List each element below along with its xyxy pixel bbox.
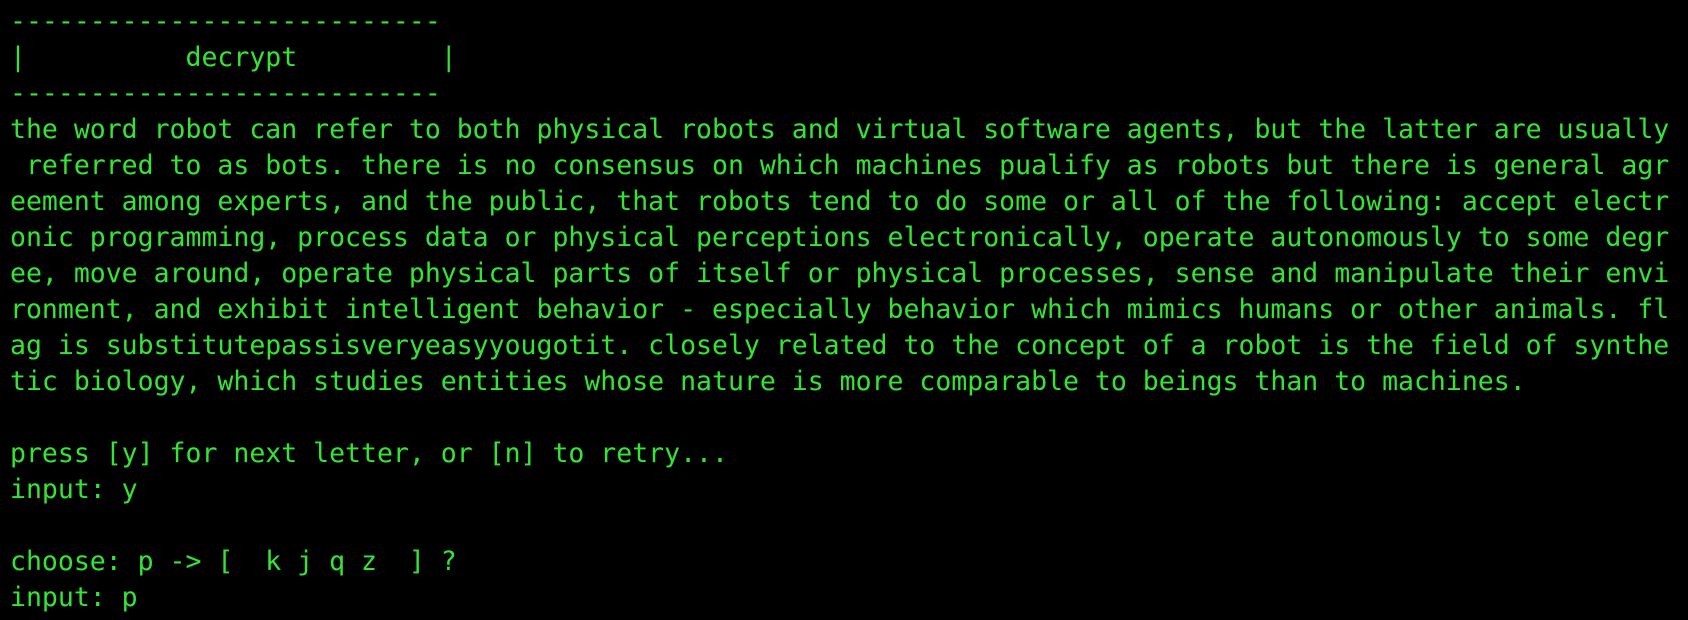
terminal-window[interactable]: --------------------------- | decrypt | … <box>10 4 1688 620</box>
input-line-2[interactable]: input: p <box>10 580 1688 616</box>
paragraph-line: ag is substitutepassisveryeasyyougotit. … <box>10 330 1670 361</box>
header-title: | decrypt | <box>10 42 457 73</box>
next-letter-prompt: press [y] for next letter, or [n] to ret… <box>10 438 728 469</box>
paragraph-line: the word robot can refer to both physica… <box>10 114 1670 145</box>
header-rule-top: --------------------------- <box>10 6 441 37</box>
header-rule-bottom: --------------------------- <box>10 78 441 109</box>
paragraph-line: tic biology, which studies entities whos… <box>10 366 1526 397</box>
paragraph-line: ronment, and exhibit intelligent behavio… <box>10 294 1670 325</box>
decrypted-paragraph: the word robot can refer to both physica… <box>10 112 1688 400</box>
input-line-1: input: y <box>10 474 138 505</box>
choose-prompt: choose: p -> [ k j q z ] ? <box>10 546 457 577</box>
paragraph-line: eement among experts, and the public, th… <box>10 186 1670 217</box>
paragraph-line: ee, move around, operate physical parts … <box>10 258 1670 289</box>
paragraph-line: onic programming, process data or physic… <box>10 222 1670 253</box>
paragraph-line: referred to as bots. there is no consens… <box>10 150 1670 181</box>
